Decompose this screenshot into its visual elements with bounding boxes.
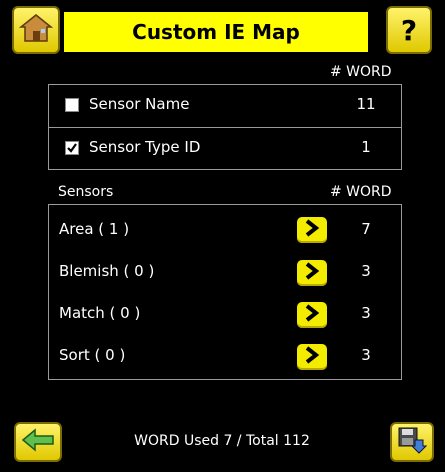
sensor-row-area-label: Area ( 1 ) [59, 220, 130, 238]
sensor-type-id-label: Sensor Type ID [89, 138, 201, 156]
sensor-row-sort-words: 3 [361, 346, 371, 364]
help-button[interactable]: ? [386, 6, 432, 54]
word-usage-status: WORD Used 7 / Total 112 [134, 433, 310, 449]
sensors-panel: Area ( 1 ) 7 Blemish ( 0 ) 3 Match ( 0 )… [48, 204, 402, 380]
match-detail-button[interactable] [297, 302, 327, 328]
back-button[interactable] [14, 422, 62, 462]
home-icon [18, 13, 54, 47]
blemish-detail-button[interactable] [297, 260, 327, 286]
sort-detail-button[interactable] [297, 344, 327, 370]
sensor-row-match-label: Match ( 0 ) [59, 304, 141, 322]
chevron-right-icon [304, 262, 320, 284]
sensor-row-match-words: 3 [361, 304, 371, 322]
sensor-row-blemish-words: 3 [361, 262, 371, 280]
sensor-row-area-words: 7 [361, 220, 371, 238]
general-fields-panel: Sensor Name 11 Sensor Type ID 1 [48, 84, 402, 170]
sensor-type-id-checkbox[interactable] [65, 141, 79, 155]
sensor-name-words: 11 [356, 95, 376, 113]
back-arrow-icon [21, 428, 55, 456]
sensor-type-id-words: 1 [361, 138, 371, 156]
save-button[interactable] [390, 422, 434, 462]
page-title: Custom IE Map [64, 12, 368, 52]
area-detail-button[interactable] [297, 217, 327, 243]
sensor-name-label: Sensor Name [89, 95, 190, 113]
divider [49, 127, 401, 128]
sensor-row-blemish-label: Blemish ( 0 ) [59, 262, 155, 280]
sensor-row-sort-label: Sort ( 0 ) [59, 346, 126, 364]
chevron-right-icon [304, 219, 320, 241]
sensor-name-checkbox[interactable] [65, 98, 79, 112]
save-icon [397, 426, 428, 458]
sensors-word-column-header: # WORD [330, 184, 392, 200]
chevron-right-icon [304, 304, 320, 326]
help-icon: ? [400, 13, 418, 47]
checkmark-icon [66, 139, 78, 158]
sensors-header: Sensors [58, 184, 114, 200]
home-button[interactable] [12, 6, 60, 54]
chevron-right-icon [304, 346, 320, 368]
page-title-text: Custom IE Map [132, 20, 300, 44]
word-column-header: # WORD [330, 64, 392, 80]
